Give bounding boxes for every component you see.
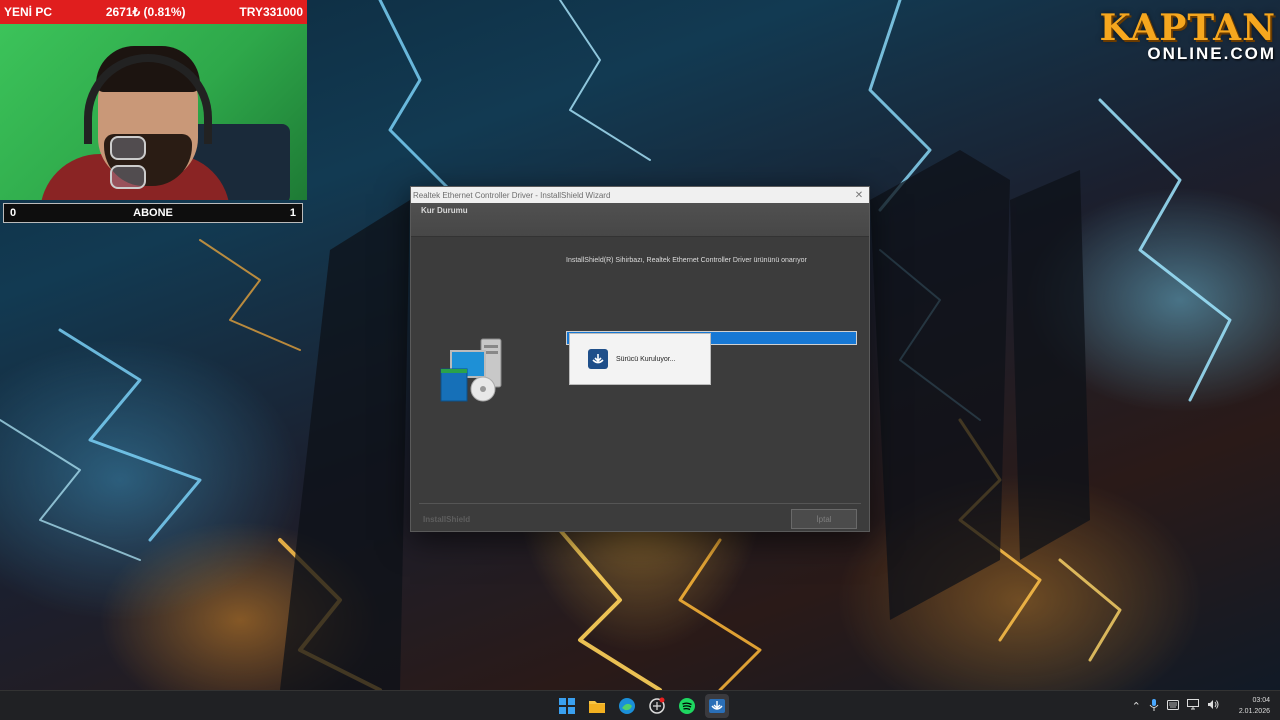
driver-install-popup: Sürücü Kuruluyor... xyxy=(569,333,711,385)
subscriber-right-count: 1 xyxy=(289,207,296,219)
edge-icon[interactable] xyxy=(615,694,639,718)
subscriber-bar: 0 ABONE 1 xyxy=(3,203,303,223)
chevron-up-icon[interactable]: ⌃ xyxy=(1132,700,1141,713)
ticker-middle: 2671₺ (0.81%) xyxy=(105,5,186,19)
taskbar-pinned-apps xyxy=(555,694,729,718)
installer-taskbar-icon[interactable] xyxy=(705,694,729,718)
keyboard-icon[interactable] xyxy=(1166,699,1179,713)
popup-text: Sürücü Kuruluyor... xyxy=(616,355,676,363)
display-icon[interactable] xyxy=(1186,699,1199,713)
kaptan-online-logo: KAPTAN ONLINE.COM xyxy=(1100,10,1277,62)
clock-time: 03:04 xyxy=(1252,697,1270,704)
windows-start-icon[interactable] xyxy=(555,694,579,718)
spotify-icon[interactable] xyxy=(675,694,699,718)
ticker-left: YENİ PC xyxy=(4,5,53,19)
window-titlebar[interactable]: Realtek Ethernet Controller Driver - Ins… xyxy=(411,187,869,203)
logo-top-text: KAPTAN xyxy=(1099,7,1276,49)
chatgpt-icon[interactable] xyxy=(645,694,669,718)
subscriber-label: ABONE xyxy=(133,207,173,219)
system-tray: ⌃ 03:04 2.01.2026 xyxy=(1132,691,1270,720)
window-title: Realtek Ethernet Controller Driver - Ins… xyxy=(413,190,611,200)
header-band: Kur Durumu xyxy=(411,203,869,237)
step-title: Kur Durumu xyxy=(421,206,468,215)
footer-divider xyxy=(419,503,861,504)
webcam-glasses xyxy=(110,136,196,189)
volume-icon[interactable] xyxy=(1207,699,1219,713)
setup-computer-icon xyxy=(440,338,502,402)
close-icon[interactable]: ✕ xyxy=(851,190,867,201)
installer-icon xyxy=(588,349,608,369)
taskbar: ⌃ 03:04 2.01.2026 xyxy=(0,690,1280,720)
stream-ticker-bar: YENİ PC 2671₺ (0.81%) TRY331000 xyxy=(0,0,307,24)
file-explorer-icon[interactable] xyxy=(585,694,609,718)
cancel-button[interactable]: İptal xyxy=(791,509,857,529)
microphone-icon[interactable] xyxy=(1149,698,1159,714)
taskbar-clock[interactable]: 03:04 2.01.2026 xyxy=(1239,695,1270,717)
ticker-right: TRY331000 xyxy=(239,5,303,19)
webcam-feed xyxy=(0,24,307,200)
status-text: InstallShield(R) Sihirbazı, Realtek Ethe… xyxy=(566,257,807,264)
clock-date: 2.01.2026 xyxy=(1238,708,1270,715)
installshield-brand: InstallShield xyxy=(423,515,471,524)
installshield-window[interactable]: Realtek Ethernet Controller Driver - Ins… xyxy=(410,186,870,532)
